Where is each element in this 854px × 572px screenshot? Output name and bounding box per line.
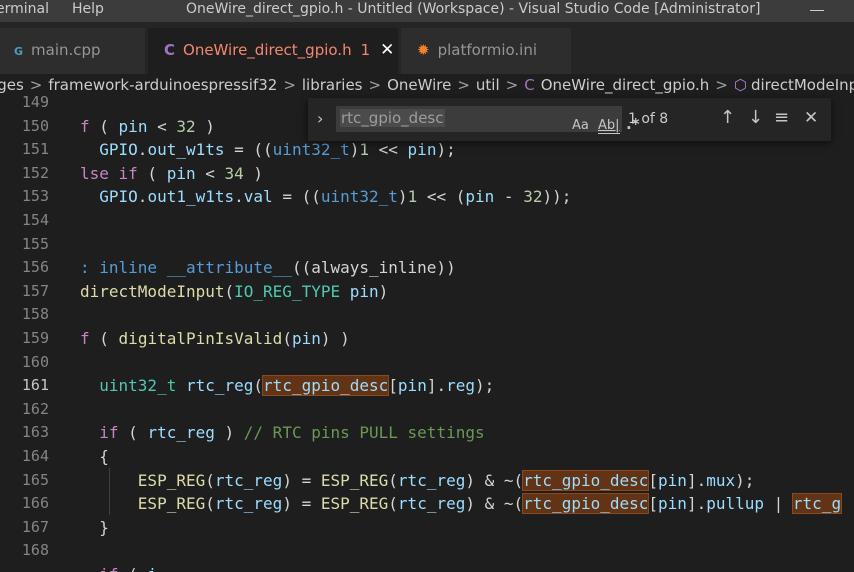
line-number: 160 xyxy=(21,352,49,371)
breadcrumb: ages>framework-arduinoespressif32>librar… xyxy=(0,74,854,96)
tab-onewire-direct-gpio[interactable]: C OneWire_direct_gpio.h 1 ✕ xyxy=(148,28,398,74)
menu-help[interactable]: Help xyxy=(72,1,104,17)
close-icon[interactable]: ✕ xyxy=(380,40,394,60)
line-number: 158 xyxy=(21,305,49,324)
find-input[interactable]: rtc_gpio_desc Aa Ab| .* xyxy=(336,106,640,134)
code-line: ESP_REG(rtc_reg) = ESP_REG(rtc_reg) & ~(… xyxy=(137,493,843,515)
line-number-gutter: 149 150 151 152 153 154 155 156 157 158 … xyxy=(0,93,70,572)
line-number: 150 xyxy=(21,116,49,135)
chevron-right-icon: > xyxy=(505,76,519,94)
tab-label: platformio.ini xyxy=(437,41,538,59)
line-number: 163 xyxy=(21,423,49,442)
line-number: 156 xyxy=(21,258,49,277)
cpp-file-icon: G xyxy=(14,45,24,58)
method-cube-icon: ⬡ xyxy=(733,76,747,94)
code-line: : inline __attribute__((always_inline)) xyxy=(80,258,456,278)
tab-main-cpp[interactable]: Gmain.cpp xyxy=(0,28,145,74)
line-number: 153 xyxy=(21,187,49,206)
close-icon[interactable]: ✕ xyxy=(804,108,818,128)
code-area[interactable]: f ( pin < 32 ) GPIO.out_w1ts = ((uint32_… xyxy=(80,96,854,572)
line-number: 166 xyxy=(21,494,49,513)
menu-terminal[interactable]: erminal xyxy=(0,1,49,17)
breadcrumb-symbol[interactable]: directModeInput(IO xyxy=(751,76,854,94)
line-number: 159 xyxy=(21,329,49,347)
breadcrumb-item[interactable]: OneWire xyxy=(387,76,451,94)
code-line: GPIO.out1_w1ts.val = ((uint32_t)1 << (pi… xyxy=(99,187,572,207)
line-number: 162 xyxy=(21,399,49,418)
breadcrumb-item[interactable]: libraries xyxy=(302,76,363,94)
line-number: 167 xyxy=(21,517,49,536)
line-number: 149 xyxy=(21,93,49,111)
find-widget: › rtc_gpio_desc Aa Ab| .* 1 of 8 ↑ ↓ ≡ ✕ xyxy=(308,98,831,141)
match-case-icon[interactable]: Aa xyxy=(572,118,589,133)
c-file-icon: C xyxy=(524,76,535,94)
line-number: 164 xyxy=(21,447,49,465)
code-line-current: uint32_t rtc_reg(rtc_gpio_desc[pin].reg)… xyxy=(99,375,495,397)
code-line: f ( pin < 32 ) xyxy=(80,116,215,136)
arrow-up-icon[interactable]: ↑ xyxy=(720,107,735,128)
tab-bar: Gmain.cpp C OneWire_direct_gpio.h 1 ✕ ✹ plat… xyxy=(0,22,854,74)
code-line: f ( digitalPinIsValid(pin) ) xyxy=(80,329,350,348)
arrow-down-icon[interactable]: ↓ xyxy=(748,107,763,128)
tab-label: OneWire_direct_gpio.h xyxy=(183,41,352,59)
line-number: 157 xyxy=(21,281,49,300)
code-line: } xyxy=(80,517,109,537)
line-number: 152 xyxy=(21,163,49,182)
line-number: 151 xyxy=(21,140,49,159)
breadcrumb-item[interactable]: util xyxy=(476,76,500,94)
problem-count-badge: 1 xyxy=(360,41,371,59)
title-bar: erminal Help OneWire_direct_gpio.h - Unt… xyxy=(0,0,854,22)
find-in-selection-icon[interactable]: ≡ xyxy=(774,107,789,128)
code-line: { xyxy=(80,447,109,466)
tab-platformio-ini[interactable]: ✹ platformio.ini xyxy=(401,28,571,74)
code-line: ESP_REG(rtc_reg) = ESP_REG(rtc_reg) & ~(… xyxy=(137,469,755,491)
code-line: if ( rtc_reg ) // RTC pins PULL settings xyxy=(99,423,485,443)
chevron-right-icon: > xyxy=(715,76,728,94)
chevron-right-icon: > xyxy=(283,76,296,94)
code-line: lse if ( pin < 34 ) xyxy=(80,163,264,183)
line-number: 154 xyxy=(21,211,49,229)
match-count: 1 of 8 xyxy=(628,111,669,127)
line-number: 155 xyxy=(21,234,49,253)
window-title: OneWire_direct_gpio.h - Untitled (Worksp… xyxy=(186,1,761,17)
toggle-replace-chevron-icon[interactable]: › xyxy=(317,109,323,128)
chevron-right-icon: > xyxy=(457,76,470,94)
code-line: if ( i xyxy=(80,563,157,572)
code-editor[interactable]: 149 150 151 152 153 154 155 156 157 158 … xyxy=(0,93,854,572)
breadcrumb-file[interactable]: OneWire_direct_gpio.h xyxy=(541,76,710,94)
platformio-icon: ✹ xyxy=(417,41,430,59)
line-number-current: 161 xyxy=(21,376,49,395)
line-number: 168 xyxy=(21,541,49,560)
tab-label: main.cpp xyxy=(31,41,101,59)
code-line: GPIO.out_w1ts = ((uint32_t)1 << pin); xyxy=(99,140,456,160)
minimize-icon[interactable] xyxy=(810,10,824,11)
line-number: 165 xyxy=(21,470,49,489)
chevron-right-icon: > xyxy=(368,76,382,94)
c-file-icon: C xyxy=(164,41,176,59)
find-input-value: rtc_gpio_desc xyxy=(340,109,445,127)
whole-word-icon[interactable]: Ab| xyxy=(598,118,620,134)
code-line: directModeInput(IO_REG_TYPE pin) xyxy=(80,281,389,301)
breadcrumb-item[interactable]: framework-arduinoespressif32 xyxy=(48,76,277,94)
